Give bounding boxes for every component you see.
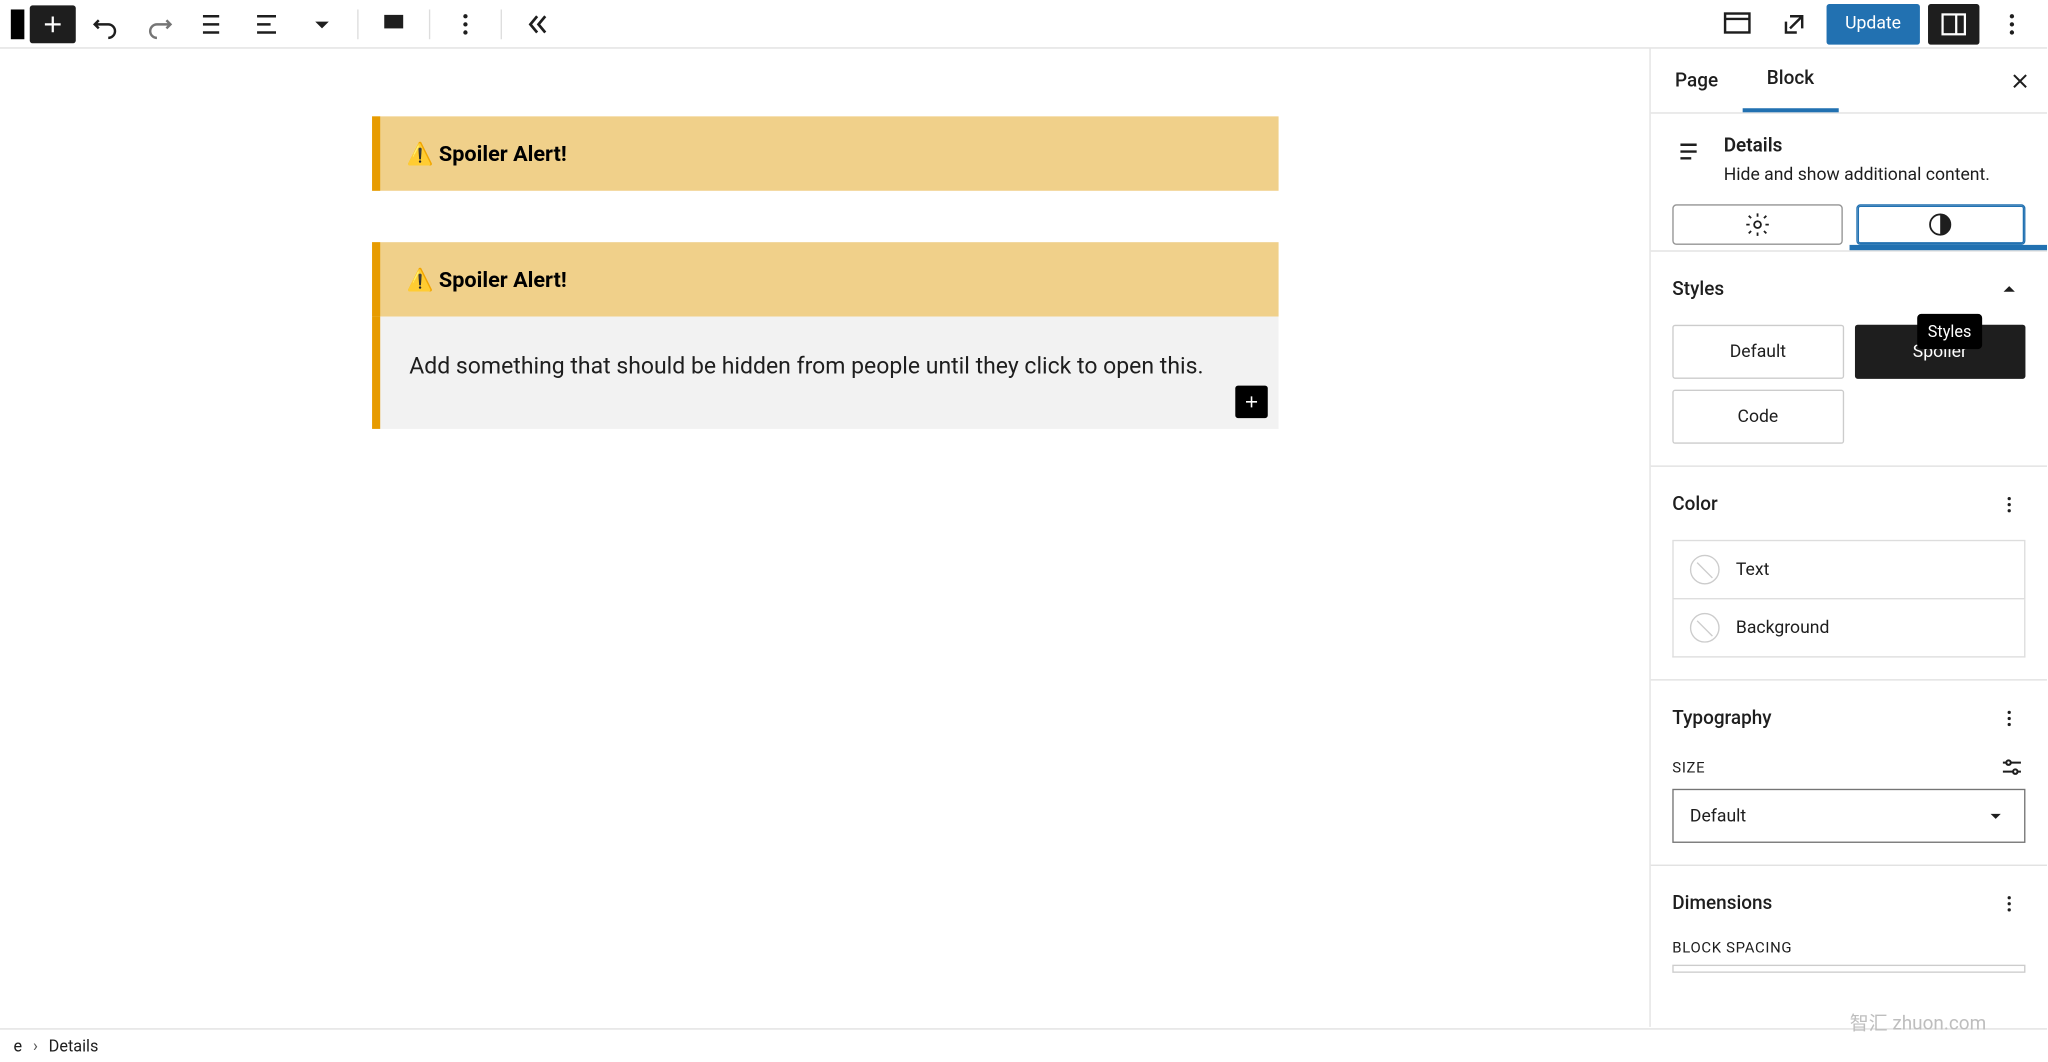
watermark: 智汇 zhuon.com: [1850, 1009, 1986, 1036]
block-name: Details: [1724, 135, 1990, 157]
block-type-button[interactable]: [244, 2, 293, 45]
separator: [501, 9, 502, 39]
dimensions-section-title: Dimensions: [1672, 893, 1772, 915]
dimensions-more-button[interactable]: [1993, 888, 2025, 920]
details-block[interactable]: ⚠️ Spoiler Alert!: [371, 116, 1278, 190]
breadcrumb: e › Details: [0, 1028, 2047, 1060]
options-button[interactable]: [1988, 2, 2037, 45]
style-code-button[interactable]: Code: [1672, 390, 1843, 444]
external-link-button[interactable]: [1769, 2, 1818, 45]
background-color-swatch: [1690, 613, 1720, 643]
size-custom-toggle[interactable]: [1998, 754, 2025, 781]
styles-collapse-button[interactable]: [1993, 273, 2025, 305]
editor-canvas[interactable]: ⚠️ Spoiler Alert! ⚠️ Spoiler Alert! Add …: [0, 49, 1649, 1027]
block-spacing-label: BLOCK SPACING: [1672, 939, 1792, 957]
align-button[interactable]: [369, 2, 418, 45]
typography-section-title: Typography: [1672, 708, 1771, 730]
view-button[interactable]: [1713, 2, 1762, 45]
details-content-text[interactable]: Add something that should be hidden from…: [409, 353, 1203, 380]
list-view-button[interactable]: [189, 2, 238, 45]
color-text-row[interactable]: Text: [1672, 540, 2025, 600]
color-more-button[interactable]: [1993, 488, 2025, 520]
add-block-button[interactable]: [30, 5, 76, 43]
site-logo[interactable]: [11, 9, 25, 39]
text-color-swatch: [1690, 555, 1720, 585]
font-size-label: SIZE: [1672, 758, 1705, 776]
settings-sidebar: Page Block Details Hide and show additio…: [1649, 49, 2047, 1027]
details-block[interactable]: ⚠️ Spoiler Alert! Add something that sho…: [371, 242, 1278, 429]
typography-more-button[interactable]: [1993, 702, 2025, 734]
details-summary[interactable]: ⚠️ Spoiler Alert!: [371, 116, 1278, 190]
breadcrumb-item[interactable]: Details: [49, 1036, 99, 1055]
font-size-value: Default: [1690, 806, 1746, 826]
separator: [357, 9, 358, 39]
breadcrumb-item[interactable]: e: [14, 1036, 23, 1055]
separator: [429, 9, 430, 39]
details-summary[interactable]: ⚠️ Spoiler Alert!: [371, 242, 1278, 316]
details-content[interactable]: Add something that should be hidden from…: [371, 317, 1278, 430]
collapse-toolbar-button[interactable]: [513, 2, 562, 45]
styles-tab-button[interactable]: [1856, 204, 2026, 245]
style-default-button[interactable]: Default: [1672, 325, 1843, 379]
block-spacing-control[interactable]: [1672, 965, 2025, 973]
details-block-icon: [1672, 135, 1704, 167]
color-background-row[interactable]: Background: [1672, 599, 2025, 657]
settings-panel-toggle[interactable]: [1928, 3, 1979, 44]
color-section-title: Color: [1672, 494, 1717, 516]
tab-block[interactable]: Block: [1742, 49, 1838, 113]
chevron-right-icon: ›: [33, 1036, 38, 1055]
tab-page[interactable]: Page: [1651, 49, 1743, 113]
close-sidebar-button[interactable]: [1993, 49, 2047, 113]
dropdown-toggle[interactable]: [298, 2, 347, 45]
settings-tab-button[interactable]: [1672, 204, 1842, 245]
update-button[interactable]: Update: [1826, 3, 1920, 44]
block-description: Hide and show additional content.: [1724, 165, 1990, 185]
styles-section-title: Styles: [1672, 279, 1724, 301]
redo-button[interactable]: [135, 2, 184, 45]
add-block-button[interactable]: [1235, 386, 1267, 418]
undo-button[interactable]: [81, 2, 130, 45]
block-more-button[interactable]: [441, 2, 490, 45]
background-color-label: Background: [1736, 618, 1830, 638]
styles-tooltip: Styles: [1917, 314, 1982, 349]
chevron-down-icon: [1983, 804, 2007, 828]
text-color-label: Text: [1736, 559, 1769, 579]
font-size-select[interactable]: Default: [1672, 789, 2025, 843]
